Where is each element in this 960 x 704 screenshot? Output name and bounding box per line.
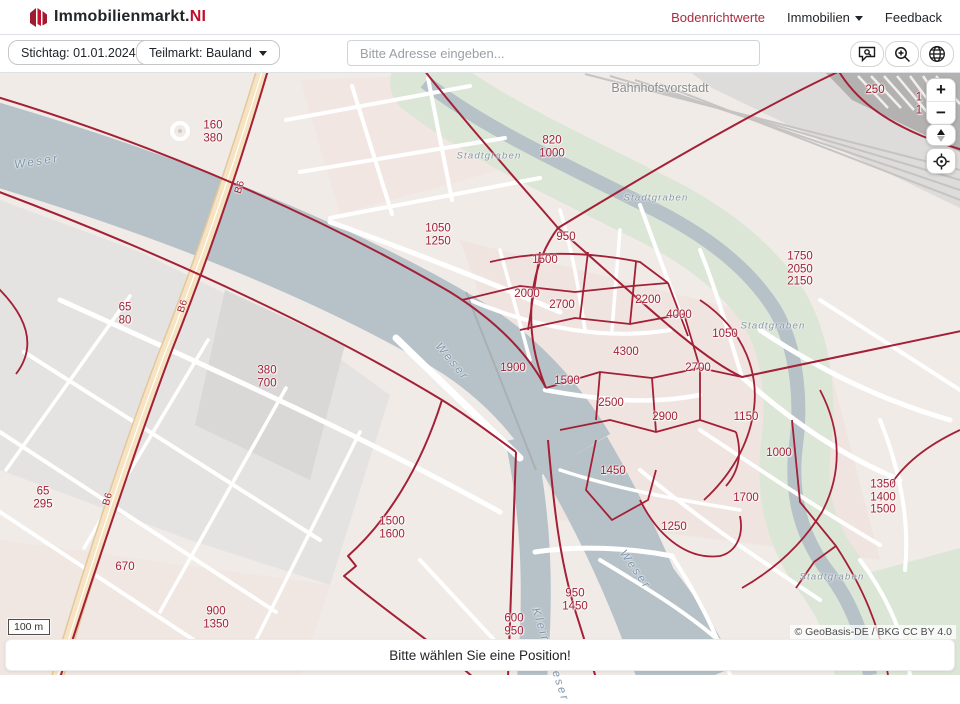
status-bar: Bitte wählen Sie eine Position! xyxy=(5,639,955,671)
app-title: Immobilienmarkt.NI xyxy=(54,8,206,26)
zoom-control: + − xyxy=(926,78,956,125)
target-icon xyxy=(933,153,950,170)
map-scale-bar: 100 m xyxy=(8,619,50,635)
magnifier-plus-icon xyxy=(894,46,911,63)
comment-search-icon xyxy=(858,46,876,62)
zoom-search-button[interactable] xyxy=(885,41,919,67)
nav-bodenrichtwerte[interactable]: Bodenrichtwerte xyxy=(671,10,765,25)
teilmarkt-dropdown-button[interactable]: Teilmarkt: Bauland xyxy=(136,40,280,65)
basemap xyxy=(0,0,960,675)
status-message: Bitte wählen Sie eine Position! xyxy=(389,648,571,663)
arrow-down-icon xyxy=(937,136,945,142)
language-globe-button[interactable] xyxy=(920,41,954,67)
app-header: Immobilienmarkt.NI Bodenrichtwerte Immob… xyxy=(0,0,960,35)
stichtag-label: Stichtag: 01.01.2024 xyxy=(21,46,136,60)
teilmarkt-label: Teilmarkt: Bauland xyxy=(149,46,252,60)
zoom-out-button[interactable]: − xyxy=(927,102,955,124)
compass-reset-button[interactable] xyxy=(926,124,956,146)
logo[interactable]: Immobilienmarkt.NI xyxy=(30,8,206,27)
geolocate-button[interactable] xyxy=(926,148,956,174)
arrow-up-icon xyxy=(937,129,945,135)
nav-feedback[interactable]: Feedback xyxy=(885,10,942,25)
caret-down-icon xyxy=(259,51,267,56)
nav-immobilien[interactable]: Immobilien xyxy=(787,10,863,25)
map-canvas[interactable]: 1603802501182010001050125095015002000270… xyxy=(0,0,960,675)
map-toolbar: Stichtag: 01.01.2024 Teilmarkt: Bauland xyxy=(0,35,960,73)
logo-icon xyxy=(30,8,47,27)
globe-icon xyxy=(928,45,946,63)
zoom-in-button[interactable]: + xyxy=(927,79,955,101)
feedback-comment-button[interactable] xyxy=(850,41,884,67)
address-search-input[interactable] xyxy=(347,40,760,66)
map-attribution: © GeoBasis-DE / BKG CC BY 4.0 xyxy=(790,625,956,639)
main-nav: Bodenrichtwerte Immobilien Feedback xyxy=(671,10,942,25)
caret-down-icon xyxy=(855,16,863,21)
